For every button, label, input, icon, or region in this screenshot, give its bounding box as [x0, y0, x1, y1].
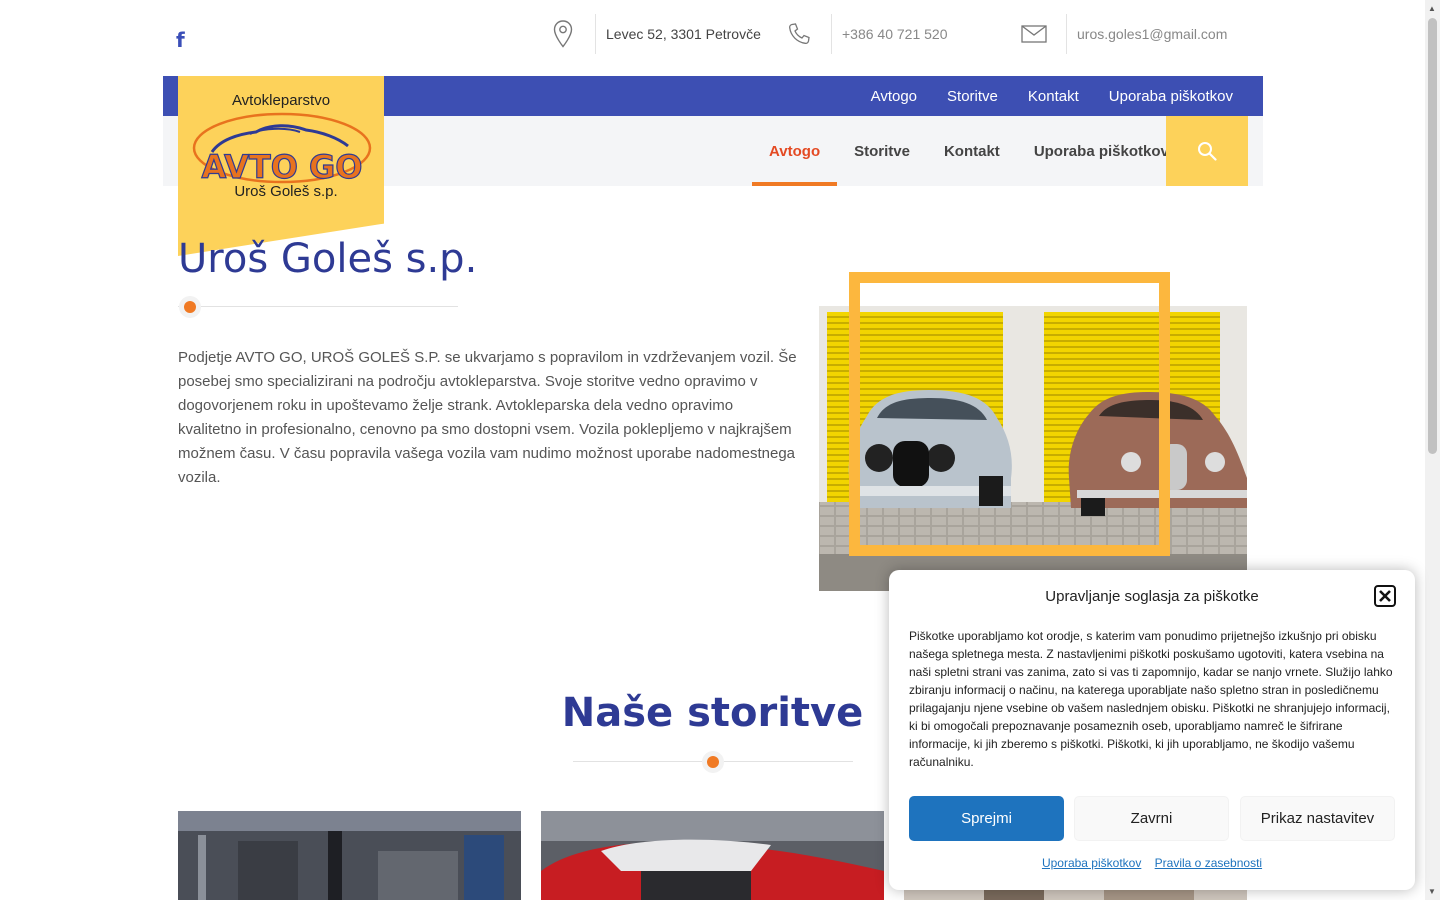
contact-phone: +386 40 721 520	[779, 14, 948, 54]
search-button[interactable]	[1166, 116, 1248, 186]
cookie-dialog-text: Piškotke uporabljamo kot orodje, s kater…	[909, 629, 1393, 769]
scrollbar-thumb[interactable]	[1428, 18, 1437, 454]
privacy-policy-link[interactable]: Pravila o zasebnosti	[1155, 856, 1262, 870]
mainnav-link-kontakt[interactable]: Kontakt	[927, 116, 1017, 186]
email-text[interactable]: uros.goles1@gmail.com	[1077, 26, 1227, 42]
envelope-icon	[1014, 14, 1054, 54]
topnav-link-kontakt[interactable]: Kontakt	[1028, 88, 1079, 105]
cookie-dialog-title: Upravljanje soglasja za piškotke	[1045, 588, 1259, 605]
contact-address: Levec 52, 3301 Petrovče	[543, 14, 761, 54]
facebook-icon[interactable]: f	[176, 28, 185, 52]
close-button[interactable]	[1374, 585, 1396, 607]
logo-bottom-text: Uroš Goleš s.p.	[234, 183, 338, 200]
scroll-down-icon[interactable]: ▼	[1428, 887, 1436, 896]
cookie-consent-dialog: Upravljanje soglasja za piškotke Piškotk…	[889, 570, 1415, 890]
scroll-up-icon[interactable]: ▲	[1428, 4, 1436, 13]
title-divider	[178, 296, 458, 318]
service-card-workshop[interactable]	[178, 811, 521, 900]
topnav-link-storitve[interactable]: Storitve	[947, 88, 998, 105]
services-divider	[573, 751, 853, 773]
service-card-repair[interactable]	[541, 811, 884, 900]
logo-car-icon: AVTO GO	[192, 112, 372, 186]
cookie-policy-link[interactable]: Uporaba piškotkov	[1042, 856, 1141, 870]
page-title: Uroš Goleš s.p.	[178, 236, 478, 282]
map-pin-icon	[543, 14, 583, 54]
preferences-button[interactable]: Prikaz nastavitev	[1240, 796, 1395, 841]
photo-frame	[849, 272, 1170, 556]
svg-text:AVTO GO: AVTO GO	[202, 148, 363, 186]
phone-icon	[779, 14, 819, 54]
deny-button[interactable]: Zavrni	[1074, 796, 1229, 841]
phone-text[interactable]: +386 40 721 520	[842, 26, 948, 42]
page-scrollbar[interactable]: ▲ ▼	[1425, 0, 1440, 900]
mainnav-link-avtogo[interactable]: Avtogo	[752, 116, 838, 186]
accept-button[interactable]: Sprejmi	[909, 796, 1064, 841]
mainnav-link-storitve[interactable]: Storitve	[837, 116, 927, 186]
address-text: Levec 52, 3301 Petrovče	[606, 26, 761, 42]
intro-paragraph: Podjetje AVTO GO, UROŠ GOLEŠ S.P. se ukv…	[178, 349, 797, 486]
logo-top-text: Avtokleparstvo	[231, 92, 331, 109]
site-logo[interactable]: Avtokleparstvo AVTO GO Uroš Goleš s.p.	[178, 76, 384, 256]
close-icon	[1379, 590, 1391, 602]
search-icon	[1198, 142, 1217, 161]
cookie-dialog-links: Uporaba piškotkov Pravila o zasebnosti	[889, 856, 1415, 870]
topnav-link-avtogo[interactable]: Avtogo	[871, 88, 917, 105]
mainnav-link-piskotki[interactable]: Uporaba piškotkov	[1017, 116, 1186, 186]
contact-email: uros.goles1@gmail.com	[1014, 14, 1227, 54]
topnav-link-piskotki[interactable]: Uporaba piškotkov	[1109, 88, 1233, 105]
top-contact-bar: f Levec 52, 3301 Petrovče +386 40 721 52…	[0, 0, 1440, 76]
